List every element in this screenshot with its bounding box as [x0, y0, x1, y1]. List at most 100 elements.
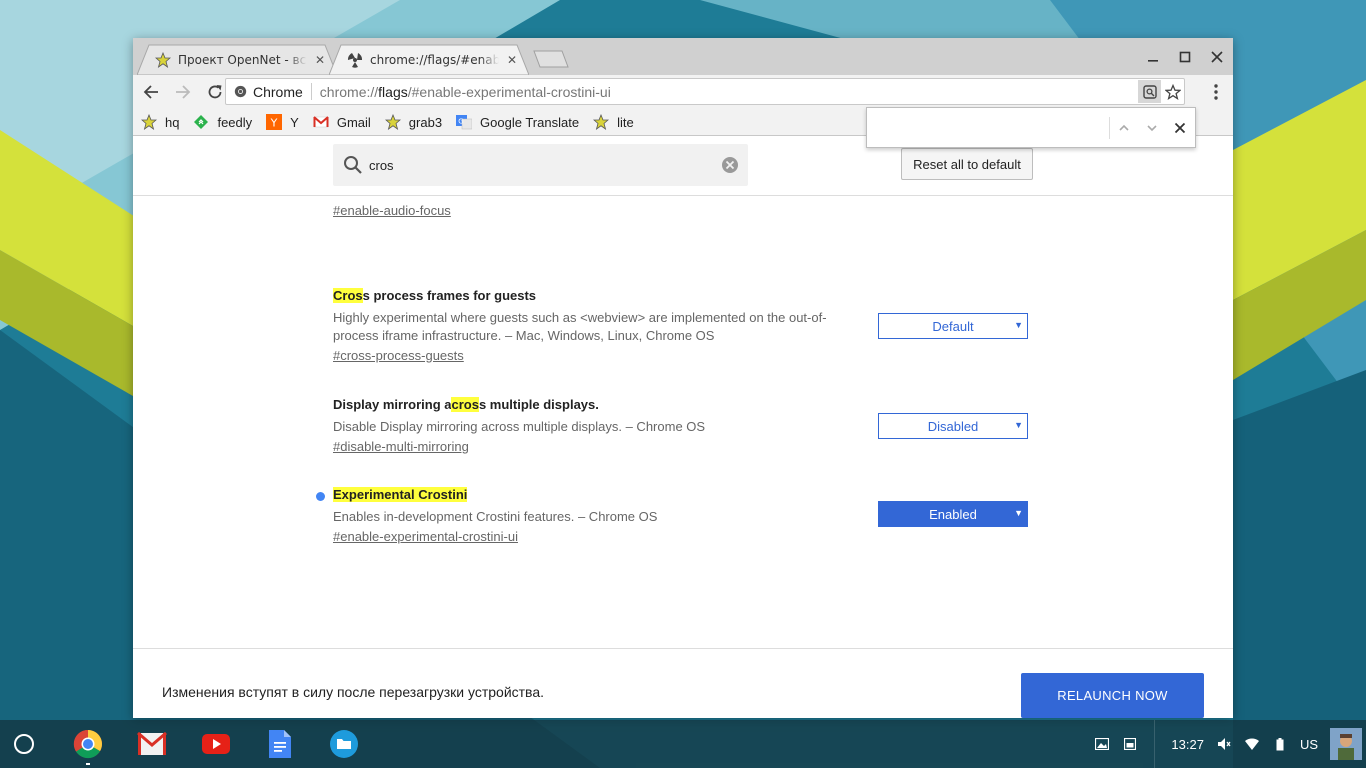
flags-page: Reset all to default #enable-audio-focus… — [133, 136, 1233, 718]
find-bar — [866, 107, 1196, 148]
flag-description: Enables in-development Crostini features… — [333, 509, 658, 524]
bookmark-label: Y — [290, 114, 299, 130]
toolbar: Chrome chrome://flags/#enable-experiment… — [133, 75, 1233, 109]
window-controls — [1137, 38, 1233, 75]
bookmark-label: hq — [165, 114, 180, 130]
flag-link[interactable]: #enable-audio-focus — [333, 203, 451, 218]
flag-link[interactable]: #enable-experimental-crostini-ui — [333, 529, 518, 544]
screenshot-icon[interactable] — [1090, 732, 1114, 756]
select-value: Default — [932, 318, 974, 334]
search-input[interactable] — [369, 157, 721, 173]
forward-icon[interactable] — [169, 78, 197, 106]
flask-icon — [347, 52, 363, 68]
bookmark-label: Google Translate — [480, 114, 580, 130]
flag-description: Highly experimental where guests such as… — [333, 310, 827, 343]
flag-cross-process-guests: Cross process frames for guests Highly e… — [333, 288, 1053, 364]
avatar[interactable] — [1330, 728, 1362, 760]
launcher-icon[interactable] — [14, 734, 34, 754]
flag-title: Display mirroring across multiple displa… — [333, 397, 599, 412]
flag-select[interactable]: Disabled ▼ — [878, 413, 1028, 439]
bookmark-label: Gmail — [336, 114, 371, 130]
chrome-icon[interactable] — [72, 728, 104, 760]
star-icon — [141, 114, 157, 130]
relaunch-message: Изменения вступят в силу после перезагру… — [162, 684, 545, 700]
search-icon — [344, 156, 362, 174]
select-value: Disabled — [927, 418, 979, 434]
bookmark-feedly[interactable]: feedly — [193, 114, 252, 130]
site-label: Chrome — [253, 83, 303, 100]
input-language[interactable]: US — [1300, 737, 1318, 752]
url-text[interactable]: chrome://flags/#enable-experimental-cros… — [320, 84, 611, 100]
flag-description: Disable Display mirroring across multipl… — [333, 419, 706, 434]
dropdown-arrow-icon: ▼ — [1014, 420, 1023, 430]
docs-icon[interactable] — [264, 728, 296, 760]
tab-title: chrome://flags/#enable-e — [370, 52, 499, 67]
chrome-icon — [234, 85, 247, 98]
tray-separator — [1154, 720, 1156, 768]
tab-strip: Проект OpenNet - всё, ч ✕ chrome://flags… — [133, 38, 1233, 75]
star-icon — [155, 51, 171, 68]
dropdown-arrow-icon: ▼ — [1014, 508, 1023, 518]
bookmark-star-icon[interactable] — [1163, 82, 1182, 101]
bookmark-hq[interactable]: hq — [141, 114, 179, 130]
flag-link[interactable]: #disable-multi-mirroring — [333, 439, 469, 454]
flag-title: Experimental Crostini — [333, 487, 468, 502]
gmail-icon — [313, 114, 329, 130]
bookmark-lite[interactable]: lite — [593, 114, 634, 130]
address-bar[interactable]: Chrome chrome://flags/#enable-experiment… — [225, 78, 1185, 105]
maximize-icon[interactable] — [1169, 38, 1201, 75]
site-chip[interactable]: Chrome — [226, 83, 312, 100]
svg-text:G: G — [458, 118, 463, 126]
menu-icon[interactable] — [1205, 80, 1227, 104]
tab-opennet[interactable]: Проект OpenNet - всё, ч ✕ — [137, 44, 337, 75]
dropdown-arrow-icon: ▼ — [1014, 320, 1023, 330]
new-tab-button[interactable] — [533, 50, 569, 68]
flags-search — [333, 144, 748, 186]
bookmark-label: feedly — [217, 114, 253, 130]
bookmark-google-translate[interactable]: G Google Translate — [456, 114, 579, 130]
files-icon[interactable] — [328, 728, 360, 760]
back-icon[interactable] — [137, 78, 165, 106]
star-icon — [593, 114, 610, 130]
find-previous-icon[interactable] — [1110, 114, 1138, 142]
find-next-icon[interactable] — [1138, 114, 1166, 142]
battery-icon[interactable] — [1268, 732, 1292, 756]
close-icon[interactable] — [1166, 114, 1194, 142]
bookmark-label: lite — [617, 114, 634, 130]
browser-window: Проект OpenNet - всё, ч ✕ chrome://flags… — [133, 38, 1233, 718]
reset-all-button[interactable]: Reset all to default — [901, 148, 1033, 180]
tab-title: Проект OpenNet - всё, ч — [178, 52, 307, 67]
volume-muted-icon[interactable] — [1212, 732, 1236, 756]
bookmark-gmail[interactable]: Gmail — [313, 114, 371, 130]
feedly-icon — [193, 114, 209, 130]
close-icon[interactable]: ✕ — [505, 53, 519, 67]
bookmark-y[interactable]: Y Y — [266, 114, 299, 130]
bookmark-label: grab3 — [408, 114, 443, 130]
clock[interactable]: 13:27 — [1171, 737, 1204, 752]
close-icon[interactable]: ✕ — [313, 53, 327, 67]
running-indicator — [86, 763, 90, 765]
bookmark-grab3[interactable]: grab3 — [384, 114, 443, 130]
status-tray[interactable]: 13:27 US — [1088, 720, 1366, 768]
tab-flags[interactable]: chrome://flags/#enable-e ✕ — [329, 44, 529, 75]
close-window-icon[interactable] — [1201, 38, 1233, 75]
flag-audio-focus: #enable-audio-focus — [333, 200, 1053, 219]
find-in-page-icon[interactable] — [1138, 80, 1161, 103]
modified-flag-dot — [316, 492, 325, 501]
flag-select[interactable]: Default ▼ — [878, 313, 1028, 339]
youtube-icon[interactable] — [200, 728, 232, 760]
flag-enable-experimental-crostini-ui: Experimental Crostini Enables in-develop… — [333, 487, 1053, 545]
flag-select[interactable]: Enabled ▼ — [878, 501, 1028, 527]
find-input[interactable] — [873, 113, 1109, 142]
relaunch-now-button[interactable]: RELAUNCH NOW — [1021, 673, 1204, 718]
ycombinator-icon: Y — [266, 114, 283, 130]
notes-icon[interactable] — [1118, 732, 1142, 756]
star-icon — [384, 114, 401, 130]
wifi-icon[interactable] — [1240, 732, 1264, 756]
flag-link[interactable]: #cross-process-guests — [333, 348, 464, 363]
shelf: 13:27 US — [0, 720, 1366, 768]
svg-text:Y: Y — [270, 117, 278, 130]
clear-search-icon[interactable] — [721, 156, 739, 174]
gmail-icon[interactable] — [136, 728, 168, 760]
minimize-icon[interactable] — [1137, 38, 1169, 75]
